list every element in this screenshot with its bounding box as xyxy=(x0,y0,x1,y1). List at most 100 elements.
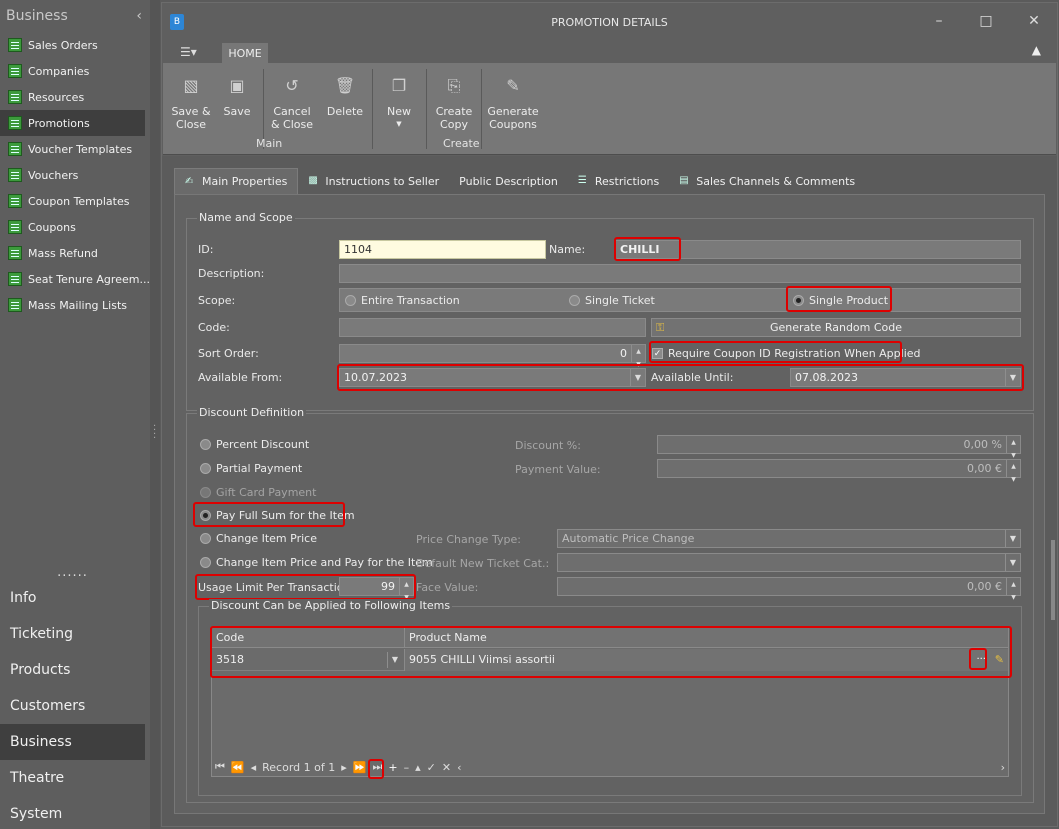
chevron-down-icon[interactable]: ▼ xyxy=(1005,530,1020,547)
sidebar-category-products[interactable]: Products xyxy=(0,652,145,688)
sort-order-field[interactable]: 0 ▲ ▼ xyxy=(339,344,646,368)
app-menu-icon[interactable]: ☰▾ xyxy=(180,45,202,61)
code-field[interactable] xyxy=(339,318,646,337)
cancel-record-icon[interactable]: ✕ xyxy=(442,761,451,774)
next-record-icon[interactable]: ▸ xyxy=(341,761,347,774)
tab-restrictions[interactable]: ☰ Restrictions xyxy=(568,168,669,194)
sidebar-item-mass-refund[interactable]: Mass Refund xyxy=(0,240,150,266)
available-from-field[interactable]: 10.07.2023 ▼ xyxy=(339,368,646,387)
column-header-code[interactable]: Code xyxy=(212,628,405,648)
sort-order-spinner[interactable]: ▲ ▼ xyxy=(631,345,645,368)
outer-scrollbar[interactable] xyxy=(1051,540,1055,620)
partial-payment-radio[interactable]: Partial Payment xyxy=(200,462,302,475)
default-ticket-cat-select[interactable]: ▼ xyxy=(557,553,1021,572)
sidebar-category-theatre[interactable]: Theatre xyxy=(0,760,145,796)
generate-random-code-button[interactable]: ⚿ Generate Random Code xyxy=(651,318,1021,337)
pay-full-sum-radio[interactable]: Pay Full Sum for the Item xyxy=(200,509,355,522)
sidebar-item-seat-tenure-agreem[interactable]: Seat Tenure Agreem... xyxy=(0,266,150,292)
chevron-down-icon[interactable]: ▼ xyxy=(1005,554,1020,571)
delete-button[interactable]: 🗑 Delete xyxy=(323,71,367,118)
sidebar-splitter[interactable]: · · · · xyxy=(150,0,160,829)
sidebar-category-ticketing[interactable]: Ticketing xyxy=(0,616,145,652)
new-button[interactable]: ❐ New ▼ xyxy=(379,71,419,131)
ellipsis-button[interactable]: ··· xyxy=(976,649,986,671)
row-code-cell[interactable]: 3518 ▼ xyxy=(212,649,405,671)
scope-entire-transaction-radio[interactable]: Entire Transaction xyxy=(345,294,460,307)
sidebar-category-info[interactable]: Info xyxy=(0,580,145,616)
scroll-left-icon[interactable]: ‹ xyxy=(457,761,461,774)
payment-value-spinner[interactable]: ▲ ▼ xyxy=(1006,460,1020,483)
add-record-icon[interactable]: + xyxy=(388,761,397,774)
column-header-product[interactable]: Product Name xyxy=(405,628,1008,648)
discount-pct-field[interactable]: 0,00 % ▲ ▼ xyxy=(657,435,1021,459)
sidebar-item-coupon-templates[interactable]: Coupon Templates xyxy=(0,188,150,214)
description-label: Description: xyxy=(198,267,265,280)
price-change-type-select[interactable]: Automatic Price Change ▼ xyxy=(557,529,1021,548)
face-value-field[interactable]: 0,00 € ▲ ▼ xyxy=(557,577,1021,601)
scroll-right-icon[interactable]: › xyxy=(1001,761,1005,774)
gift-card-payment-radio: Gift Card Payment xyxy=(200,486,316,499)
face-value-spinner[interactable]: ▲ ▼ xyxy=(1006,578,1020,601)
tab-sales-channels[interactable]: ▤ Sales Channels & Comments xyxy=(669,168,865,194)
edit-item-icon[interactable]: ✎ xyxy=(995,649,1004,671)
description-field[interactable] xyxy=(339,264,1021,283)
usage-limit-field[interactable]: 99 ▲ ▼ xyxy=(339,577,414,601)
last-record-icon[interactable]: ⏭ xyxy=(372,760,382,774)
generate-coupons-button[interactable]: ✎ Generate Coupons xyxy=(485,71,541,131)
prev-record-icon[interactable]: ◂ xyxy=(251,761,257,774)
table-row[interactable]: 3518 ▼ 9055 CHILLI Viimsi assortii ··· ✎ xyxy=(212,649,1008,671)
scope-single-product-radio[interactable]: Single Product xyxy=(793,294,888,307)
change-item-price-radio[interactable]: Change Item Price xyxy=(200,532,317,545)
sidebar-item-resources[interactable]: Resources xyxy=(0,84,150,110)
name-field[interactable]: CHILLI xyxy=(615,240,1021,259)
chevron-down-icon[interactable]: ▼ xyxy=(387,652,402,668)
save-close-button[interactable]: ▧ Save & Close xyxy=(169,71,213,131)
scope-single-ticket-radio[interactable]: Single Ticket xyxy=(569,294,655,307)
chevron-down-icon[interactable]: ▼ xyxy=(1005,369,1020,386)
chevron-down-icon[interactable]: ▼ xyxy=(630,369,645,386)
sidebar-item-coupons[interactable]: Coupons xyxy=(0,214,150,240)
require-coupon-checkbox[interactable]: ✓ Require Coupon ID Registration When App… xyxy=(652,347,921,360)
available-until-field[interactable]: 07.08.2023 ▼ xyxy=(790,368,1021,387)
percent-discount-radio[interactable]: Percent Discount xyxy=(200,438,309,451)
first-record-icon[interactable]: ⏮ xyxy=(215,760,225,774)
create-copy-button[interactable]: ⎘ Create Copy xyxy=(431,71,477,131)
save-close-icon: ▧ xyxy=(183,75,199,95)
tab-home[interactable]: HOME xyxy=(222,43,268,63)
row-product-cell[interactable]: 9055 CHILLI Viimsi assortii ··· ✎ xyxy=(405,649,1008,671)
edit-record-icon[interactable]: ▴ xyxy=(415,761,421,774)
code-label: Code: xyxy=(198,321,230,334)
tab-instructions[interactable]: ▩ Instructions to Seller xyxy=(298,168,449,194)
tab-main-properties[interactable]: ✍ Main Properties xyxy=(174,168,299,194)
tab-public-description[interactable]: Public Description xyxy=(449,168,568,194)
sidebar-category-system[interactable]: System xyxy=(0,796,145,829)
sidebar-item-vouchers[interactable]: Vouchers xyxy=(0,162,150,188)
next-page-icon[interactable]: ⏩ xyxy=(353,761,367,774)
sidebar-item-sales-orders[interactable]: Sales Orders xyxy=(0,32,150,58)
tab-label: Public Description xyxy=(459,174,558,188)
collapse-sidebar-icon[interactable]: ‹ xyxy=(136,8,142,24)
prev-page-icon[interactable]: ⏪ xyxy=(231,761,245,774)
id-field[interactable]: 1104 xyxy=(339,240,546,259)
remove-record-icon[interactable]: – xyxy=(404,761,410,774)
available-until-value: 07.08.2023 xyxy=(795,371,858,384)
sidebar-item-voucher-templates[interactable]: Voucher Templates xyxy=(0,136,150,162)
usage-limit-spinner[interactable]: ▲ ▼ xyxy=(399,578,413,601)
sidebar-category-business[interactable]: Business xyxy=(0,724,145,760)
sidebar-splitter-dots[interactable]: ...... xyxy=(0,565,145,580)
confirm-record-icon[interactable]: ✓ xyxy=(427,761,436,774)
sidebar-item-mass-mailing-lists[interactable]: Mass Mailing Lists xyxy=(0,292,150,318)
cancel-close-button[interactable]: ↺ Cancel & Close xyxy=(269,71,315,131)
discount-pct-spinner[interactable]: ▲ ▼ xyxy=(1006,436,1020,459)
payment-value-field[interactable]: 0,00 € ▲ ▼ xyxy=(657,459,1021,483)
sidebar-item-companies[interactable]: Companies xyxy=(0,58,150,84)
record-navigator: ⏮ ⏪ ◂ Record 1 of 1 ▸ ⏩ ⏭ + – ▴ ✓ ✕ ‹ › xyxy=(212,758,1008,776)
sidebar-category-customers[interactable]: Customers xyxy=(0,688,145,724)
change-price-and-pay-radio[interactable]: Change Item Price and Pay for the Item xyxy=(200,556,433,569)
collapse-ribbon-icon[interactable]: ▲ xyxy=(1032,43,1041,57)
minimize-button[interactable]: – xyxy=(929,11,949,31)
maximize-button[interactable]: □ xyxy=(976,11,996,31)
save-button[interactable]: ▣ Save xyxy=(219,71,255,118)
close-button[interactable]: ✕ xyxy=(1024,11,1044,31)
sidebar-item-promotions[interactable]: Promotions xyxy=(0,110,145,136)
